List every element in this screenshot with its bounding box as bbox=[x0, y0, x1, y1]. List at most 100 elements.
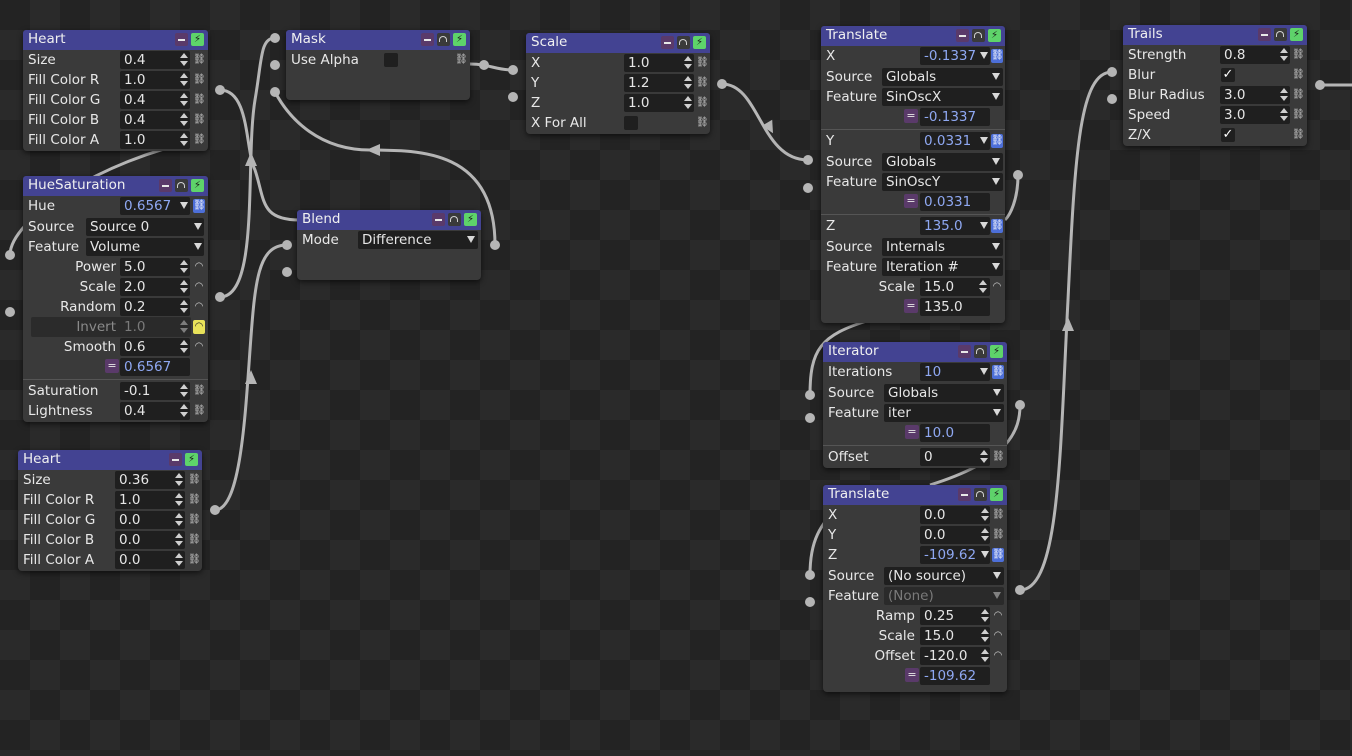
minimize-icon[interactable] bbox=[159, 179, 172, 192]
heart-node[interactable]: Heart ⚡ Size 0.4 ⛓ Fill Color R 1.0 ⛓ Fill C… bbox=[23, 30, 208, 151]
spinner-icon[interactable] bbox=[1279, 48, 1288, 62]
dropdown-arrow-icon[interactable] bbox=[992, 73, 1000, 80]
link-icon[interactable]: ⛓ bbox=[188, 553, 201, 567]
link-icon[interactable]: ⛓ bbox=[696, 116, 709, 130]
x-for-all-checkbox[interactable] bbox=[624, 116, 638, 130]
spinner-icon[interactable] bbox=[174, 473, 183, 487]
bolt-icon[interactable]: ⚡ bbox=[191, 33, 204, 46]
reactive-icon[interactable]: ◠ bbox=[193, 260, 205, 274]
dropdown-arrow-icon[interactable] bbox=[992, 178, 1000, 185]
spinner-icon[interactable] bbox=[980, 508, 989, 522]
spinner-icon[interactable] bbox=[179, 133, 188, 147]
spinner-icon[interactable] bbox=[683, 96, 692, 110]
spinner-icon[interactable] bbox=[979, 450, 988, 464]
node-header[interactable]: Trails ⚡ bbox=[1123, 25, 1307, 45]
blend-node[interactable]: Blend ⚡ Mode Difference bbox=[297, 210, 481, 280]
mask-node[interactable]: Mask ⚡ Use Alpha ⛓ bbox=[286, 30, 470, 100]
spinner-icon[interactable] bbox=[174, 493, 183, 507]
spinner-icon[interactable] bbox=[174, 553, 183, 567]
link-icon[interactable]: ⛓ bbox=[455, 53, 468, 67]
mode-select[interactable]: Difference bbox=[358, 231, 478, 249]
bolt-icon[interactable]: ⚡ bbox=[453, 33, 466, 46]
minimize-icon[interactable] bbox=[432, 213, 445, 226]
link-icon[interactable]: ⛓ bbox=[188, 493, 201, 507]
bolt-icon[interactable]: ⚡ bbox=[191, 179, 204, 192]
blur-checkbox[interactable]: ✓ bbox=[1221, 68, 1235, 82]
minimize-icon[interactable] bbox=[175, 33, 188, 46]
reactive-icon[interactable]: ◠ bbox=[992, 609, 1004, 623]
link-icon[interactable]: ⛓ bbox=[696, 56, 709, 70]
spinner-icon[interactable] bbox=[683, 76, 692, 90]
link-icon[interactable]: ⛓ bbox=[1292, 108, 1305, 122]
bolt-icon[interactable]: ⚡ bbox=[988, 29, 1001, 42]
source-select[interactable]: Source 0 bbox=[86, 218, 204, 236]
spinner-icon[interactable] bbox=[174, 513, 183, 527]
spinner-icon[interactable] bbox=[179, 93, 188, 107]
link-icon[interactable]: ⛓ bbox=[188, 513, 201, 527]
use-alpha-checkbox[interactable] bbox=[384, 53, 398, 67]
link-icon[interactable]: ⛓ bbox=[992, 528, 1005, 542]
feature-select[interactable]: Iteration # bbox=[882, 258, 1003, 276]
minimize-icon[interactable] bbox=[661, 36, 674, 49]
reactive-icon[interactable]: ◠ bbox=[991, 280, 1003, 294]
dropdown-arrow-icon[interactable] bbox=[993, 592, 1001, 599]
link-icon[interactable]: ⛓ bbox=[992, 508, 1005, 522]
bolt-icon[interactable]: ⚡ bbox=[990, 488, 1003, 501]
reactive-icon[interactable]: ◠ bbox=[992, 629, 1004, 643]
source-select[interactable]: Globals bbox=[882, 68, 1003, 86]
bolt-icon[interactable]: ⚡ bbox=[990, 345, 1003, 358]
node-header[interactable]: Translate ⚡ bbox=[823, 485, 1007, 505]
spinner-icon[interactable] bbox=[179, 320, 188, 334]
spinner-icon[interactable] bbox=[179, 340, 188, 354]
dropdown-arrow-icon[interactable] bbox=[194, 243, 202, 250]
dropdown-arrow-icon[interactable] bbox=[993, 389, 1001, 396]
feature-select[interactable]: iter bbox=[884, 404, 1004, 422]
spinner-icon[interactable] bbox=[179, 260, 188, 274]
spinner-icon[interactable] bbox=[1279, 108, 1288, 122]
spinner-icon[interactable] bbox=[1279, 88, 1288, 102]
link-icon[interactable]: ⛓ bbox=[193, 53, 206, 67]
link-icon[interactable]: ⛓ bbox=[1292, 68, 1305, 82]
reactive-icon[interactable] bbox=[437, 33, 450, 46]
minimize-icon[interactable] bbox=[1258, 28, 1271, 41]
link-icon[interactable]: ⛓ bbox=[193, 113, 206, 127]
bolt-icon[interactable]: ⚡ bbox=[185, 453, 198, 466]
dropdown-arrow-icon[interactable] bbox=[992, 158, 1000, 165]
link-icon[interactable]: ⛓ bbox=[696, 76, 709, 90]
link-icon[interactable]: ⛓ bbox=[1292, 88, 1305, 102]
node-header[interactable]: Heart ⚡ bbox=[23, 30, 208, 50]
link-icon[interactable]: ⛓ bbox=[696, 96, 709, 110]
dropdown-arrow-icon[interactable] bbox=[180, 202, 188, 209]
dropdown-arrow-icon[interactable] bbox=[980, 137, 988, 144]
dropdown-arrow-icon[interactable] bbox=[992, 243, 1000, 250]
spinner-icon[interactable] bbox=[980, 528, 989, 542]
spinner-icon[interactable] bbox=[179, 53, 188, 67]
dropdown-arrow-icon[interactable] bbox=[980, 222, 988, 229]
spinner-icon[interactable] bbox=[179, 404, 188, 418]
reactive-icon[interactable]: ◠ bbox=[992, 649, 1004, 663]
feature-select[interactable]: (None) bbox=[884, 587, 1004, 605]
spinner-icon[interactable] bbox=[174, 533, 183, 547]
feature-select[interactable]: SinOscY bbox=[882, 173, 1003, 191]
minimize-icon[interactable] bbox=[958, 488, 971, 501]
translate-node[interactable]: Translate ⚡ X 0.0 ⛓ Y 0.0 ⛓ Z -109.62 ⛓ Source… bbox=[823, 485, 1007, 692]
dropdown-arrow-icon[interactable] bbox=[992, 263, 1000, 270]
link-icon[interactable]: ⛓ bbox=[188, 533, 201, 547]
bolt-icon[interactable]: ⚡ bbox=[464, 213, 477, 226]
link-icon[interactable]: ⛓ bbox=[1292, 48, 1305, 62]
feature-select[interactable]: Volume bbox=[86, 238, 204, 256]
spinner-icon[interactable] bbox=[980, 609, 989, 623]
minimize-icon[interactable] bbox=[958, 345, 971, 358]
node-header[interactable]: HueSaturation ⚡ bbox=[23, 176, 208, 196]
reactive-icon[interactable]: ◠ bbox=[193, 280, 205, 294]
spinner-icon[interactable] bbox=[179, 300, 188, 314]
heart-node[interactable]: Heart ⚡ Size 0.36 ⛓ Fill Color R 1.0 ⛓ Fill … bbox=[18, 450, 202, 571]
spinner-icon[interactable] bbox=[978, 280, 987, 294]
iterator-node[interactable]: Iterator ⚡ Iterations 10 ⛓ Source Globals F… bbox=[823, 342, 1007, 468]
link-icon[interactable]: ⛓ bbox=[992, 365, 1005, 379]
node-header[interactable]: Scale ⚡ bbox=[526, 33, 710, 53]
link-icon[interactable]: ⛓ bbox=[193, 404, 206, 418]
node-header[interactable]: Blend ⚡ bbox=[297, 210, 481, 230]
source-select[interactable]: (No source) bbox=[884, 567, 1004, 585]
bolt-icon[interactable]: ⚡ bbox=[693, 36, 706, 49]
